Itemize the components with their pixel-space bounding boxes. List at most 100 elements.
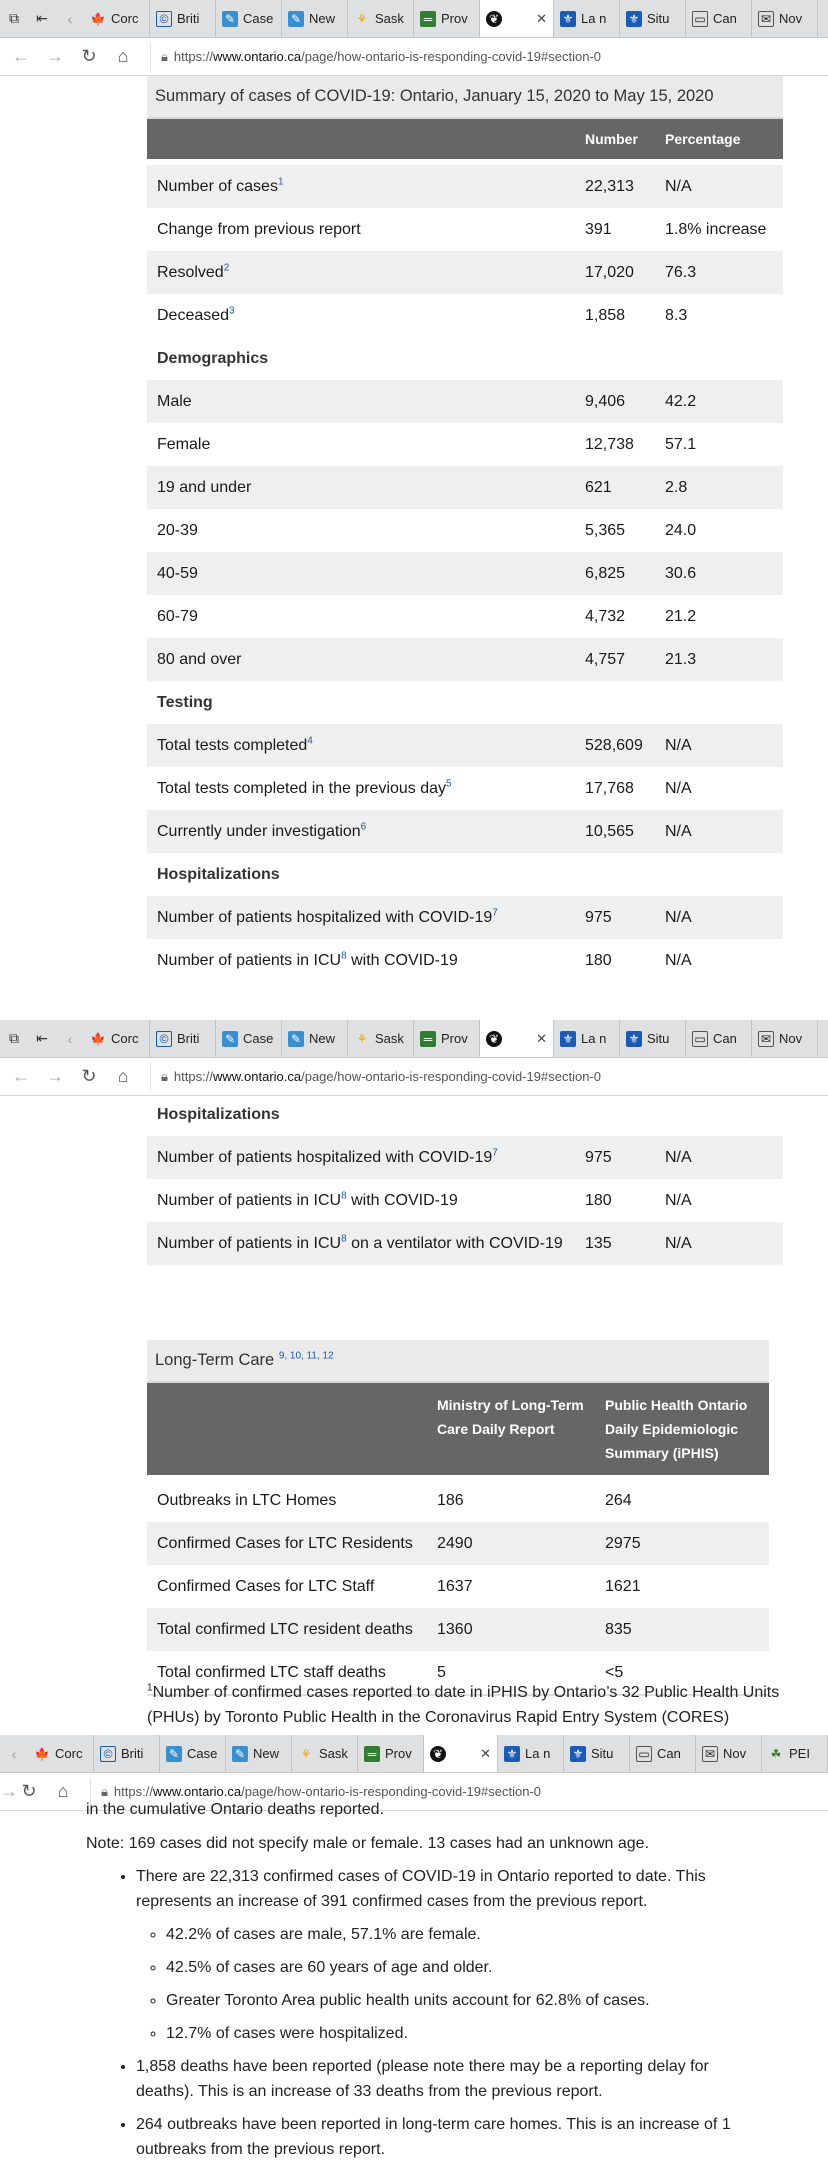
row-number: 22,313 [585, 178, 634, 195]
table-row: 40-59 6,825 30.6 [147, 552, 783, 595]
browser-tab[interactable]: ═ Prov [414, 1020, 480, 1057]
tab-actions-icon[interactable]: ⧉ [0, 0, 28, 37]
browser-tab[interactable]: ⚜ La n [554, 0, 620, 37]
browser-tab[interactable]: ✎ New [282, 1020, 348, 1057]
browser-tab[interactable]: © Briti [150, 1020, 216, 1057]
active-browser-tab[interactable]: ❦ ✕ [480, 0, 554, 37]
table-caption: Summary of cases of COVID-19: Ontario, J… [147, 76, 783, 119]
close-tab-icon[interactable]: ✕ [536, 1031, 547, 1047]
browser-tab[interactable]: ✉ Nov [752, 1020, 818, 1057]
browser-tab[interactable]: ⚜ Situ [620, 0, 686, 37]
browser-tab[interactable]: ✎ Case [160, 1735, 226, 1772]
browser-tab[interactable]: 🍁 Corc [84, 1020, 150, 1057]
footnote-link[interactable]: 5 [446, 779, 452, 790]
scroll-tabs-left-icon[interactable]: ‹ [56, 0, 84, 37]
close-tab-icon[interactable]: ✕ [536, 11, 547, 27]
row-label: Confirmed Cases for LTC Staff [157, 1578, 375, 1595]
scroll-tabs-left-icon[interactable]: ‹ [0, 1735, 28, 1772]
url-field[interactable]: 🔒︎ https://www.ontario.ca/page/how-ontar… [150, 1062, 601, 1091]
row-percentage: 21.2 [665, 608, 697, 625]
browser-tab[interactable]: ▭ Can [686, 0, 752, 37]
browser-tab[interactable]: 🍁 Corc [28, 1735, 94, 1772]
forward-arrow-icon[interactable]: → [0, 1781, 18, 1802]
browser-tab[interactable]: ✎ Case [216, 1020, 282, 1057]
browser-tab[interactable]: ⚜ La n [554, 1020, 620, 1057]
footnote-link[interactable]: 2 [224, 263, 230, 274]
row-percentage: N/A [665, 780, 692, 797]
forward-arrow-icon[interactable]: → [38, 1066, 72, 1087]
hosp-rows: Number of patients hospitalized with COV… [147, 1136, 783, 1265]
url-field[interactable]: 🔒︎ https://www.ontario.ca/page/how-ontar… [150, 42, 601, 71]
row-percentage: 76.3 [665, 264, 697, 281]
browser-tab[interactable]: ═ Prov [414, 0, 480, 37]
refresh-icon[interactable]: ↻ [72, 1066, 106, 1087]
browser-tab[interactable]: ⚜ Situ [620, 1020, 686, 1057]
browser-tab[interactable]: ⚜ La n [498, 1735, 564, 1772]
quebec-logo-icon: ⚜ [570, 1745, 586, 1762]
row-label: Outbreaks in LTC Homes [157, 1492, 337, 1509]
browser-tab[interactable]: © Briti [150, 0, 216, 37]
quebec-logo-icon: ⚜ [560, 1030, 576, 1047]
table-row: Testing [147, 681, 783, 724]
quebec-logo-icon: ⚜ [504, 1745, 520, 1762]
browser-tab[interactable]: ▭ Can [686, 1020, 752, 1057]
home-icon[interactable]: ⌂ [106, 1066, 140, 1087]
ontario-logo-icon: ❦ [486, 1030, 502, 1047]
browser-tab[interactable]: ═ Prov [358, 1735, 424, 1772]
row-label: Total tests completed4 [147, 733, 585, 758]
list-item: Greater Toronto Area public health units… [166, 1988, 736, 2013]
ministry-value: 2490 [437, 1535, 473, 1552]
home-icon[interactable]: ⌂ [46, 1781, 80, 1802]
footnote-link[interactable]: 7 [492, 1148, 498, 1159]
set-aside-tabs-icon[interactable]: ⇤ [28, 0, 56, 37]
browser-tab[interactable]: ✎ New [226, 1735, 292, 1772]
footnote-links[interactable]: 9, 10, 11, 12 [279, 1351, 334, 1362]
browser-tab[interactable]: ✎ New [282, 0, 348, 37]
active-browser-tab[interactable]: ❦ ✕ [480, 1020, 554, 1057]
refresh-icon[interactable]: ↻ [12, 1781, 46, 1802]
label-text: 80 and over [157, 651, 242, 668]
browser-tab[interactable]: © Briti [94, 1735, 160, 1772]
refresh-icon[interactable]: ↻ [72, 46, 106, 67]
row-number: 9,406 [585, 393, 626, 410]
label-text: 60-79 [157, 608, 198, 625]
browser-tab[interactable]: ⚜ Situ [564, 1735, 630, 1772]
footnote-link[interactable]: 6 [361, 822, 367, 833]
row-percentage: 24.0 [665, 522, 697, 539]
table-row: Currently under investigation6 10,565 N/A [147, 810, 783, 853]
sask-logo-icon: ⚘ [356, 11, 368, 26]
back-arrow-icon[interactable]: ← [4, 46, 38, 67]
header-pho: Public Health Ontario Daily Epidemiologi… [605, 1397, 748, 1461]
row-percentage: 2.8 [665, 479, 688, 496]
set-aside-tabs-icon[interactable]: ⇤ [28, 1020, 56, 1057]
browser-tab[interactable]: ✉ Nov [696, 1735, 762, 1772]
browser-tab[interactable]: ⚘ Sask [292, 1735, 358, 1772]
row-number: 4,757 [585, 651, 626, 668]
back-arrow-icon[interactable]: ← [4, 1066, 38, 1087]
forward-arrow-icon[interactable]: → [38, 46, 72, 67]
label-text: Number of patients hospitalized with COV… [157, 909, 493, 926]
footnote-link[interactable]: 1 [278, 177, 284, 188]
browser-tab[interactable]: ▭ Can [630, 1735, 696, 1772]
footnote-link[interactable]: 7 [492, 908, 498, 919]
browser-tab[interactable]: ✉ Nov [752, 0, 818, 37]
row-number: 135 [585, 1235, 612, 1252]
active-browser-tab[interactable]: ❦ ✕ [424, 1735, 498, 1772]
browser-tab[interactable]: ☘ PEI [762, 1735, 828, 1772]
browser-tab[interactable]: ✎ Case [216, 0, 282, 37]
row-number: 6,825 [585, 565, 626, 582]
tab-actions-icon[interactable]: ⧉ [0, 1020, 28, 1057]
home-icon[interactable]: ⌂ [106, 46, 140, 67]
browser-tab[interactable]: 🍁 Corc [84, 0, 150, 37]
footnote-link[interactable]: 3 [229, 306, 235, 317]
list-item: 42.2% of cases are male, 57.1% are femal… [166, 1922, 736, 1947]
bc-logo-icon: © [100, 1745, 116, 1762]
nova-scotia-logo-icon: ✉ [758, 10, 774, 27]
footnote-link[interactable]: 4 [307, 736, 313, 747]
close-tab-icon[interactable]: ✕ [480, 1746, 491, 1762]
scroll-tabs-left-icon[interactable]: ‹ [56, 1020, 84, 1057]
quebec-logo-icon: ⚜ [626, 10, 642, 27]
browser-tab[interactable]: ⚘ Sask [348, 0, 414, 37]
row-label: Total tests completed in the previous da… [147, 776, 585, 801]
browser-tab[interactable]: ⚘ Sask [348, 1020, 414, 1057]
